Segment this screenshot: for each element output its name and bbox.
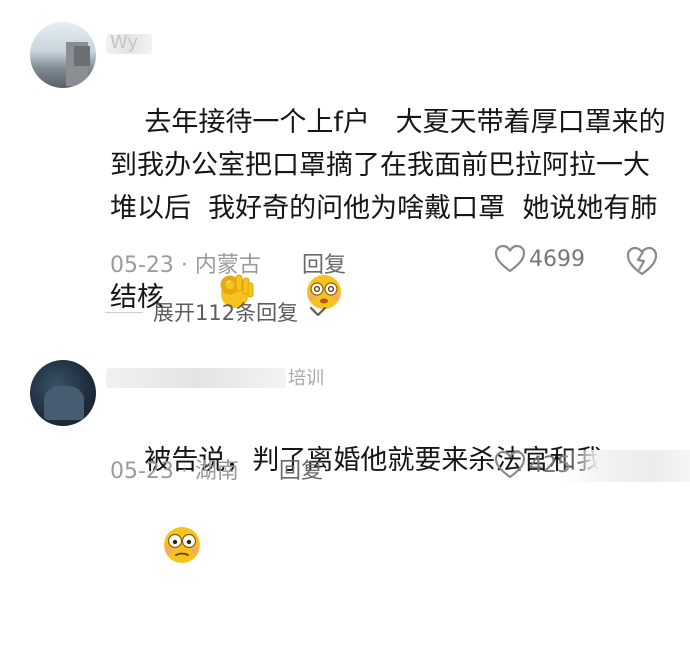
reply-button[interactable]: 回复 bbox=[302, 247, 346, 279]
comment-item: Wy 去年接待一个上f户 大夏天带着厚口罩来的到我办公室把口罩摘了在我面前巴拉阿… bbox=[0, 0, 690, 340]
comment-location: 湖南 bbox=[194, 459, 239, 484]
flushed-face-emoji bbox=[110, 482, 202, 621]
heart-icon bbox=[495, 245, 525, 273]
reply-button[interactable]: 回复 bbox=[279, 453, 323, 485]
comment-text: 被告说，判了离婚他就要来杀法官和我 bbox=[110, 396, 670, 664]
avatar[interactable] bbox=[30, 22, 96, 88]
chevron-down-icon bbox=[309, 306, 327, 317]
comment-meta: 05-23 · 内蒙古 bbox=[110, 247, 261, 279]
divider-line bbox=[105, 311, 143, 313]
dislike-icon[interactable] bbox=[626, 246, 658, 276]
like-button[interactable]: 4699 bbox=[495, 245, 585, 273]
username[interactable]: Wy bbox=[110, 32, 138, 53]
heart-icon bbox=[495, 451, 525, 479]
meta-separator: · bbox=[173, 253, 195, 278]
like-count: 4699 bbox=[529, 246, 585, 272]
comment-date: 05-23 bbox=[110, 253, 174, 278]
avatar[interactable] bbox=[30, 360, 96, 426]
comment-location: 内蒙古 bbox=[194, 253, 261, 278]
watermark-blur bbox=[560, 450, 690, 482]
meta-separator: · bbox=[173, 459, 195, 484]
comment-meta: 05-23 · 湖南 bbox=[110, 453, 239, 485]
username[interactable]: 培训 bbox=[288, 364, 324, 390]
expand-replies-button[interactable]: 展开112条回复 bbox=[105, 297, 328, 327]
expand-replies-label: 展开112条回复 bbox=[153, 301, 299, 325]
comment-date: 05-23 bbox=[110, 459, 174, 484]
username-blur bbox=[106, 368, 286, 388]
